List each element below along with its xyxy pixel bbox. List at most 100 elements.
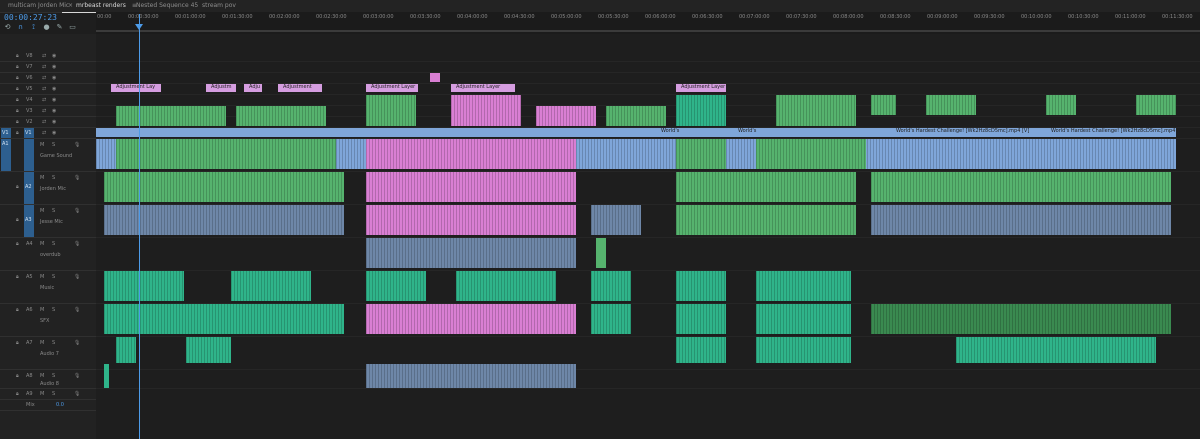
clip[interactable]	[104, 271, 184, 301]
lock-icon[interactable]: 🔒︎	[16, 241, 19, 247]
sync-lock-icon[interactable]: ⇄	[42, 97, 46, 103]
eye-icon[interactable]: ◉	[52, 86, 56, 92]
lock-icon[interactable]: 🔒︎	[16, 53, 19, 59]
solo-icon[interactable]: S	[52, 142, 55, 148]
clip-v1-main[interactable]: World's World's World's Hardest Challeng…	[96, 128, 1176, 137]
clip[interactable]	[676, 337, 726, 363]
eye-icon[interactable]: ◉	[52, 64, 56, 70]
clip[interactable]	[871, 172, 1171, 202]
clip[interactable]	[366, 271, 426, 301]
mic-icon[interactable]: 🎙︎	[74, 142, 80, 148]
clip[interactable]	[456, 271, 556, 301]
sync-lock-icon[interactable]: ⇄	[42, 130, 46, 136]
clip[interactable]	[676, 139, 726, 169]
close-icon[interactable]: ×	[68, 2, 73, 9]
eye-icon[interactable]: ◉	[52, 97, 56, 103]
wrench-icon[interactable]: ✎	[55, 23, 64, 32]
playhead-line[interactable]	[139, 14, 140, 439]
clip[interactable]	[676, 304, 726, 334]
clip[interactable]	[606, 106, 666, 126]
sync-lock-icon[interactable]: ⇄	[42, 86, 46, 92]
track-target-v1[interactable]: V1	[24, 128, 34, 138]
mute-icon[interactable]: M	[40, 241, 44, 247]
solo-icon[interactable]: S	[52, 208, 55, 214]
sync-lock-icon[interactable]: ⇄	[42, 64, 46, 70]
clip[interactable]	[104, 172, 344, 202]
clip[interactable]	[116, 337, 136, 363]
clip[interactable]	[676, 205, 856, 235]
solo-icon[interactable]: S	[52, 340, 55, 346]
mix-value[interactable]: 0.0	[56, 402, 64, 408]
clip-adjustment-layer[interactable]: Adju	[244, 84, 262, 92]
tab-nested-sequence-45[interactable]: Nested Sequence 45	[130, 0, 198, 12]
clip-adjustment-layer[interactable]: Adjustment	[278, 84, 322, 92]
sync-lock-icon[interactable]: ⇄	[42, 53, 46, 59]
sync-lock-icon[interactable]: ⇄	[42, 108, 46, 114]
eye-icon[interactable]: ◉	[52, 53, 56, 59]
clip[interactable]	[591, 205, 641, 235]
snap-icon[interactable]: ∩	[16, 23, 25, 32]
clip[interactable]	[366, 304, 576, 334]
eye-icon[interactable]: ◉	[52, 108, 56, 114]
clip-adjustment-layer[interactable]: Adjustment Lay	[111, 84, 161, 92]
captions-icon[interactable]: ▭	[68, 23, 77, 32]
eye-icon[interactable]: ◉	[52, 119, 56, 125]
clip[interactable]	[366, 238, 576, 268]
clip-adjustment-layer[interactable]: Adjustment Layer	[676, 84, 726, 92]
clip[interactable]	[596, 238, 606, 268]
mic-icon[interactable]: 🎙︎	[74, 175, 80, 181]
add-marker-icon[interactable]: ●	[42, 23, 51, 32]
mute-icon[interactable]: M	[40, 340, 44, 346]
tab-stream-pov[interactable]: stream pov	[196, 0, 236, 12]
clip[interactable]	[430, 73, 440, 82]
track-target-a1[interactable]	[24, 139, 34, 171]
lock-icon[interactable]: 🔒︎	[16, 86, 19, 92]
clip[interactable]	[104, 205, 344, 235]
clip[interactable]	[186, 337, 231, 363]
clip[interactable]	[1136, 95, 1176, 115]
eye-icon[interactable]: ◉	[52, 130, 56, 136]
clip[interactable]	[591, 271, 631, 301]
mic-icon[interactable]: 🎙︎	[74, 241, 80, 247]
mute-icon[interactable]: M	[40, 208, 44, 214]
mute-icon[interactable]: M	[40, 307, 44, 313]
clip[interactable]	[776, 95, 856, 126]
clip[interactable]	[676, 95, 726, 126]
clip-adjustment-layer[interactable]: Adjustment Layer	[366, 84, 418, 92]
mic-icon[interactable]: 🎙︎	[74, 373, 80, 379]
clip-adjustment-layer[interactable]: Adjustm	[206, 84, 236, 92]
mic-icon[interactable]: 🎙︎	[74, 274, 80, 280]
solo-icon[interactable]: S	[52, 391, 55, 397]
work-area-bar[interactable]	[96, 30, 1200, 32]
solo-icon[interactable]: S	[52, 307, 55, 313]
lock-icon[interactable]: 🔒︎	[16, 217, 19, 223]
tab-multicam-jorden-mic[interactable]: multicam Jorden Mic	[2, 0, 69, 12]
lock-icon[interactable]: 🔒︎	[16, 307, 19, 313]
clip[interactable]	[231, 271, 311, 301]
linked-selection-icon[interactable]: ⟟	[29, 23, 38, 32]
clip[interactable]	[591, 304, 631, 334]
clip[interactable]	[676, 271, 726, 301]
clip[interactable]	[956, 337, 1156, 363]
eye-icon[interactable]: ◉	[52, 75, 56, 81]
mic-icon[interactable]: 🎙︎	[74, 340, 80, 346]
clip[interactable]	[676, 172, 856, 202]
clip[interactable]	[451, 95, 521, 126]
lock-icon[interactable]: 🔒︎	[16, 340, 19, 346]
clip[interactable]	[756, 139, 866, 169]
clip[interactable]	[366, 95, 416, 126]
lock-icon[interactable]: 🔒︎	[16, 274, 19, 280]
track-target-a2[interactable]: A2	[24, 172, 34, 204]
clip[interactable]	[756, 337, 851, 363]
clip[interactable]	[871, 205, 1171, 235]
lock-icon[interactable]: 🔒︎	[16, 130, 19, 136]
lock-icon[interactable]: 🔒︎	[16, 373, 19, 379]
mic-icon[interactable]: 🎙︎	[74, 208, 80, 214]
nest-icon[interactable]: ⟲	[3, 23, 12, 32]
solo-icon[interactable]: S	[52, 175, 55, 181]
lock-icon[interactable]: 🔒︎	[16, 64, 19, 70]
solo-icon[interactable]: S	[52, 274, 55, 280]
lock-icon[interactable]: 🔒︎	[16, 391, 19, 397]
mute-icon[interactable]: M	[40, 391, 44, 397]
clip[interactable]	[366, 205, 576, 235]
